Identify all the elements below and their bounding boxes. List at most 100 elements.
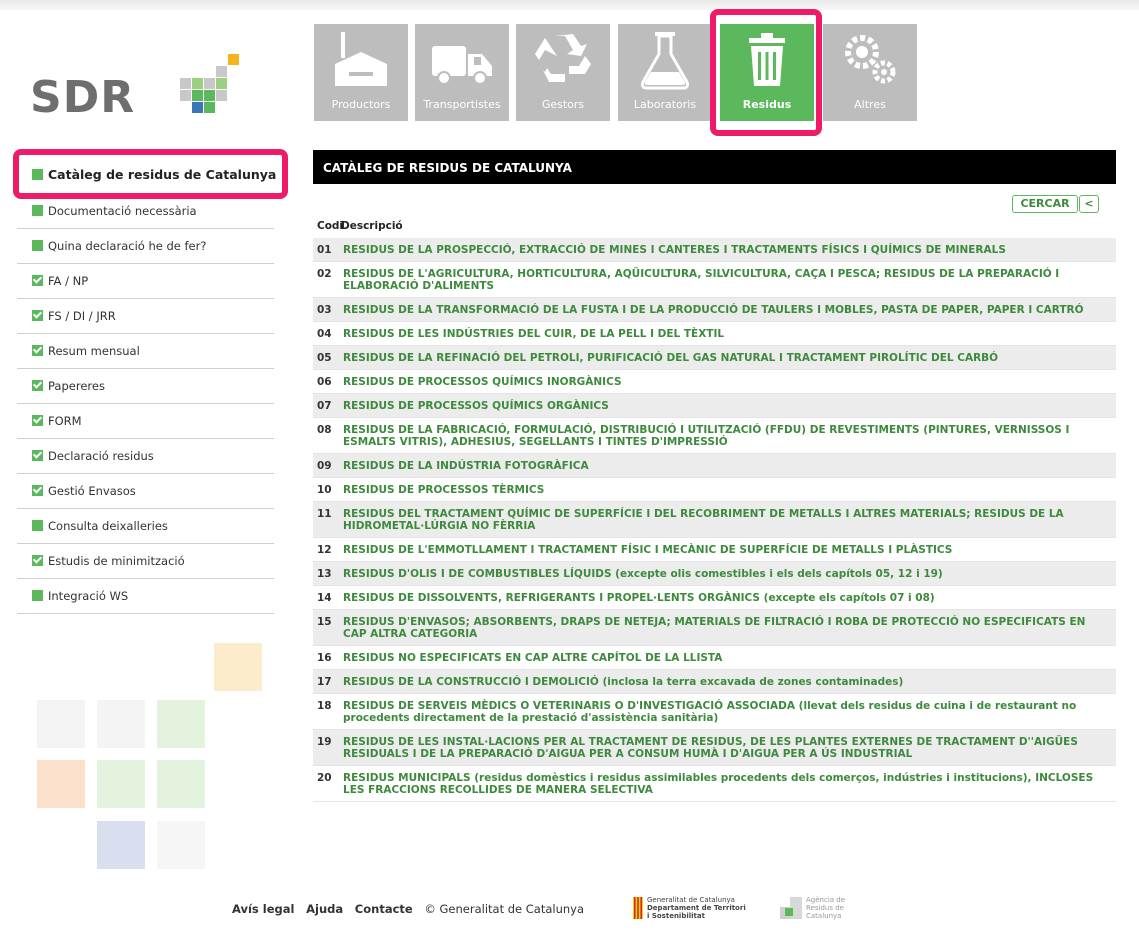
nav-label: Altres bbox=[854, 98, 886, 111]
row-description-link[interactable]: RESIDUS DE LA FABRICACIÓ, FORMULACIÓ, DI… bbox=[313, 418, 1116, 453]
table-row[interactable]: 08 RESIDUS DE LA FABRICACIÓ, FORMULACIÓ, … bbox=[313, 418, 1116, 454]
row-description-link[interactable]: RESIDUS DE L'EMMOTLLAMENT I TRACTAMENT F… bbox=[313, 538, 1116, 561]
column-header-description: Descripció bbox=[341, 220, 403, 232]
contact-link[interactable]: Contacte bbox=[355, 902, 413, 916]
table-row[interactable]: 09 RESIDUS DE LA INDÚSTRIA FOTOGRÀFICA bbox=[313, 454, 1116, 478]
table-row[interactable]: 18 RESIDUS DE SERVEIS MÈDICS O VETERINARI… bbox=[313, 694, 1116, 730]
row-code: 09 bbox=[317, 460, 332, 472]
table-row[interactable]: 13 RESIDUS D'OLIS I DE COMBUSTIBLES LÍQUI… bbox=[313, 562, 1116, 586]
row-code: 01 bbox=[317, 244, 332, 256]
nav-transportistes[interactable]: Transportistes bbox=[415, 24, 509, 121]
row-description-link[interactable]: RESIDUS DE PROCESSOS QUÍMICS ORGÀNICS bbox=[313, 394, 1116, 417]
table-row[interactable]: 20 RESIDUS MUNICIPALS (residus domèstics … bbox=[313, 766, 1116, 802]
search-button[interactable]: CERCAR bbox=[1012, 195, 1078, 213]
gen-line1: Generalitat de Catalunya bbox=[647, 896, 735, 904]
row-description-link[interactable]: RESIDUS DE PROCESSOS TÈRMICS bbox=[313, 478, 1116, 501]
sidebar-item-resum-mensual[interactable]: Resum mensual bbox=[17, 334, 274, 369]
row-code: 11 bbox=[317, 508, 332, 520]
table-row[interactable]: 10 RESIDUS DE PROCESSOS TÈRMICS bbox=[313, 478, 1116, 502]
help-link[interactable]: Ajuda bbox=[306, 902, 343, 916]
row-code: 19 bbox=[317, 736, 332, 748]
sidebar-item-label: Consulta deixalleries bbox=[48, 519, 168, 533]
row-code: 08 bbox=[317, 424, 332, 436]
row-description-link[interactable]: RESIDUS MUNICIPALS (residus domèstics i … bbox=[313, 766, 1116, 801]
sidebar: Catàleg de residus de Catalunya Document… bbox=[17, 156, 276, 614]
table-row[interactable]: 11 RESIDUS DEL TRACTAMENT QUÍMIC DE SUPER… bbox=[313, 502, 1116, 538]
catalog-table: 01 RESIDUS DE LA PROSPECCIÓ, EXTRACCIÓ DE… bbox=[313, 238, 1116, 802]
sidebar-item-fs-di-jrr[interactable]: FS / DI / JRR bbox=[17, 299, 274, 334]
row-description-link[interactable]: RESIDUS D'ENVASOS; ABSORBENTS, DRAPS DE … bbox=[313, 610, 1116, 645]
top-border bbox=[0, 0, 1139, 10]
sidebar-item-quina-declaracio[interactable]: Quina declaració he de fer? bbox=[17, 229, 274, 264]
green-check-icon bbox=[32, 415, 43, 426]
sidebar-item-label: FORM bbox=[48, 414, 82, 428]
sidebar-item-consulta-deixalleries[interactable]: Consulta deixalleries bbox=[17, 509, 274, 544]
row-description-link[interactable]: RESIDUS DE LES INSTAL·LACIONS PER AL TRA… bbox=[313, 730, 1116, 765]
nav-productors[interactable]: Productors bbox=[314, 24, 408, 121]
row-description-link[interactable]: RESIDUS D'OLIS I DE COMBUSTIBLES LÍQUIDS… bbox=[313, 562, 1116, 585]
nav-laboratoris[interactable]: Laboratoris bbox=[618, 24, 712, 121]
senyera-icon bbox=[633, 897, 643, 919]
row-description-link[interactable]: RESIDUS DE LA INDÚSTRIA FOTOGRÀFICA bbox=[313, 454, 1116, 477]
nav-label: Laboratoris bbox=[633, 98, 697, 111]
green-square-icon bbox=[32, 205, 43, 216]
table-row[interactable]: 02 RESIDUS DE L'AGRICULTURA, HORTICULTURA… bbox=[313, 262, 1116, 298]
row-description-link[interactable]: RESIDUS DE LA REFINACIÓ DEL PETROLI, PUR… bbox=[313, 346, 1116, 369]
legal-link[interactable]: Avís legal bbox=[232, 902, 294, 916]
sdr-logo[interactable]: SDR bbox=[30, 52, 260, 123]
row-code: 04 bbox=[317, 328, 332, 340]
table-row[interactable]: 15 RESIDUS D'ENVASOS; ABSORBENTS, DRAPS D… bbox=[313, 610, 1116, 646]
green-check-icon bbox=[32, 485, 43, 496]
table-row[interactable]: 07 RESIDUS DE PROCESSOS QUÍMICS ORGÀNICS bbox=[313, 394, 1116, 418]
row-description-link[interactable]: RESIDUS DE L'AGRICULTURA, HORTICULTURA, … bbox=[313, 262, 1116, 297]
row-description-link[interactable]: RESIDUS DE DISSOLVENTS, REFRIGERANTS I P… bbox=[313, 586, 1116, 609]
footer: Avís legal Ajuda Contacte © Generalitat … bbox=[232, 902, 584, 932]
row-description-link[interactable]: RESIDUS DE LA CONSTRUCCIÓ I DEMOLICIÓ (i… bbox=[313, 670, 1116, 693]
recycle-icon bbox=[535, 34, 591, 82]
arc-line2: Residus de bbox=[806, 904, 844, 912]
table-row[interactable]: 03 RESIDUS DE LA TRANSFORMACIÓ DE LA FUST… bbox=[313, 298, 1116, 322]
arc-logo[interactable]: Agència de Residus de Catalunya bbox=[780, 896, 880, 926]
table-row[interactable]: 04 RESIDUS DE LES INDÚSTRIES DEL CUIR, DE… bbox=[313, 322, 1116, 346]
sidebar-item-declaracio-residus[interactable]: Declaració residus bbox=[17, 439, 274, 474]
sidebar-item-fa-np[interactable]: FA / NP bbox=[17, 264, 274, 299]
row-description-link[interactable]: RESIDUS NO ESPECIFICATS EN CAP ALTRE CAP… bbox=[313, 646, 1116, 669]
row-code: 20 bbox=[317, 772, 332, 784]
sidebar-item-form[interactable]: FORM bbox=[17, 404, 274, 439]
table-row[interactable]: 14 RESIDUS DE DISSOLVENTS, REFRIGERANTS I… bbox=[313, 586, 1116, 610]
sidebar-item-documentacio[interactable]: Documentació necessària bbox=[17, 194, 274, 229]
table-row[interactable]: 12 RESIDUS DE L'EMMOTLLAMENT I TRACTAMENT… bbox=[313, 538, 1116, 562]
row-description-link[interactable]: RESIDUS DE LES INDÚSTRIES DEL CUIR, DE L… bbox=[313, 322, 1116, 345]
factory-icon bbox=[335, 32, 387, 86]
row-description-link[interactable]: RESIDUS DE LA PROSPECCIÓ, EXTRACCIÓ DE M… bbox=[313, 238, 1116, 261]
nav-gestors[interactable]: Gestors bbox=[516, 24, 610, 121]
table-row[interactable]: 19 RESIDUS DE LES INSTAL·LACIONS PER AL T… bbox=[313, 730, 1116, 766]
row-description-link[interactable]: RESIDUS DE SERVEIS MÈDICS O VETERINARIS … bbox=[313, 694, 1116, 729]
gears-icon bbox=[845, 35, 896, 84]
sidebar-item-gestio-envasos[interactable]: Gestió Envasos bbox=[17, 474, 274, 509]
sidebar-item-estudis-minimitzacio[interactable]: Estudis de minimització bbox=[17, 544, 274, 579]
green-check-icon bbox=[32, 310, 43, 321]
table-row[interactable]: 16 RESIDUS NO ESPECIFICATS EN CAP ALTRE C… bbox=[313, 646, 1116, 670]
sidebar-item-label: Estudis de minimització bbox=[48, 554, 185, 568]
table-row[interactable]: 05 RESIDUS DE LA REFINACIÓ DEL PETROLI, P… bbox=[313, 346, 1116, 370]
sidebar-item-label: Papereres bbox=[48, 379, 105, 393]
sidebar-item-papereres[interactable]: Papereres bbox=[17, 369, 274, 404]
back-button[interactable]: < bbox=[1079, 195, 1099, 213]
sidebar-item-label: Quina declaració he de fer? bbox=[48, 239, 207, 253]
table-row[interactable]: 06 RESIDUS DE PROCESSOS QUÍMICS INORGÀNIC… bbox=[313, 370, 1116, 394]
arc-squares-icon bbox=[780, 897, 802, 919]
logo-squares bbox=[180, 52, 260, 113]
row-code: 07 bbox=[317, 400, 332, 412]
row-description-link[interactable]: RESIDUS DE LA TRANSFORMACIÓ DE LA FUSTA … bbox=[313, 298, 1116, 321]
page-title: CATÀLEG DE RESIDUS DE CATALUNYA bbox=[313, 150, 1116, 184]
generalitat-logo[interactable]: Generalitat de Catalunya Departament de … bbox=[633, 896, 753, 926]
nav-altres[interactable]: Altres bbox=[823, 24, 917, 121]
table-row[interactable]: 17 RESIDUS DE LA CONSTRUCCIÓ I DEMOLICIÓ … bbox=[313, 670, 1116, 694]
sidebar-item-integracio-ws[interactable]: Integració WS bbox=[17, 579, 274, 614]
row-description-link[interactable]: RESIDUS DE PROCESSOS QUÍMICS INORGÀNICS bbox=[313, 370, 1116, 393]
row-description-link[interactable]: RESIDUS DEL TRACTAMENT QUÍMIC DE SUPERFÍ… bbox=[313, 502, 1116, 537]
toolbar: CERCAR < bbox=[996, 195, 1116, 213]
table-row[interactable]: 01 RESIDUS DE LA PROSPECCIÓ, EXTRACCIÓ DE… bbox=[313, 238, 1116, 262]
flask-icon bbox=[641, 32, 689, 90]
